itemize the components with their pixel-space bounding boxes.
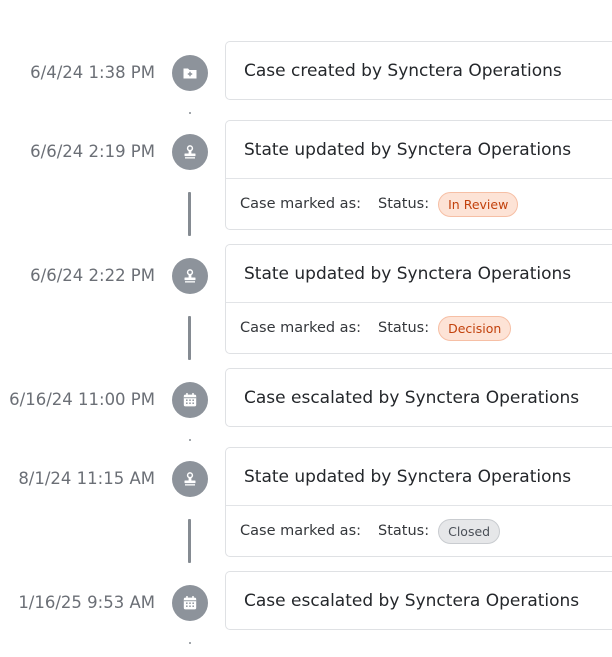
- calendar-icon: [172, 585, 208, 621]
- calendar-icon: [172, 382, 208, 418]
- event-title: State updated by Synctera Operations: [244, 263, 572, 284]
- stamp-icon: [172, 461, 208, 497]
- marked-as-label: Case marked as:: [240, 320, 362, 336]
- marked-as-label: Case marked as:: [240, 523, 362, 539]
- event-title: Case escalated by Synctera Operations: [244, 590, 580, 611]
- stamp-icon: [172, 134, 208, 170]
- timeline-connector: [188, 519, 191, 563]
- marked-as-label: Case marked as:: [240, 196, 362, 212]
- status-badge: Closed: [438, 518, 501, 544]
- event-timestamp: 8/1/24 11:15 AM: [18, 469, 155, 488]
- event-detail: Case marked as: Status: Decision: [226, 302, 612, 353]
- status-badge: In Review: [438, 191, 519, 217]
- event-timestamp: 6/16/24 11:00 PM: [9, 390, 155, 409]
- event-timestamp: 1/16/25 9:53 AM: [18, 593, 155, 612]
- status-label: Status:: [378, 523, 430, 539]
- event-detail: Case marked as: Status: Closed: [226, 505, 612, 556]
- event-card: State updated by Synctera Operations Cas…: [225, 120, 612, 230]
- folder-plus-icon: [172, 55, 208, 91]
- event-card: State updated by Synctera Operations Cas…: [225, 244, 612, 354]
- event-title: State updated by Synctera Operations: [244, 466, 572, 487]
- event-timestamp: 6/4/24 1:38 PM: [30, 63, 155, 82]
- timeline-connector: [189, 642, 191, 644]
- event-card: State updated by Synctera Operations Cas…: [225, 447, 612, 557]
- timeline-connector: [188, 192, 191, 236]
- event-card: Case escalated by Synctera Operations: [225, 571, 612, 630]
- event-title: Case created by Synctera Operations: [244, 60, 562, 81]
- activity-timeline: 6/4/24 1:38 PM Case created by Synctera …: [0, 0, 612, 657]
- event-card: Case escalated by Synctera Operations: [225, 368, 612, 427]
- timeline-connector: [189, 112, 191, 114]
- status-label: Status:: [378, 320, 430, 336]
- event-timestamp: 6/6/24 2:19 PM: [30, 142, 155, 161]
- stamp-icon: [172, 258, 208, 294]
- event-detail: Case marked as: Status: In Review: [226, 178, 612, 229]
- timeline-connector: [188, 316, 191, 360]
- status-label: Status:: [378, 196, 430, 212]
- event-title: State updated by Synctera Operations: [244, 139, 572, 160]
- timeline-connector: [189, 439, 191, 441]
- event-title: Case escalated by Synctera Operations: [244, 387, 580, 408]
- event-timestamp: 6/6/24 2:22 PM: [30, 266, 155, 285]
- event-card: Case created by Synctera Operations: [225, 41, 612, 100]
- status-badge: Decision: [438, 315, 512, 341]
